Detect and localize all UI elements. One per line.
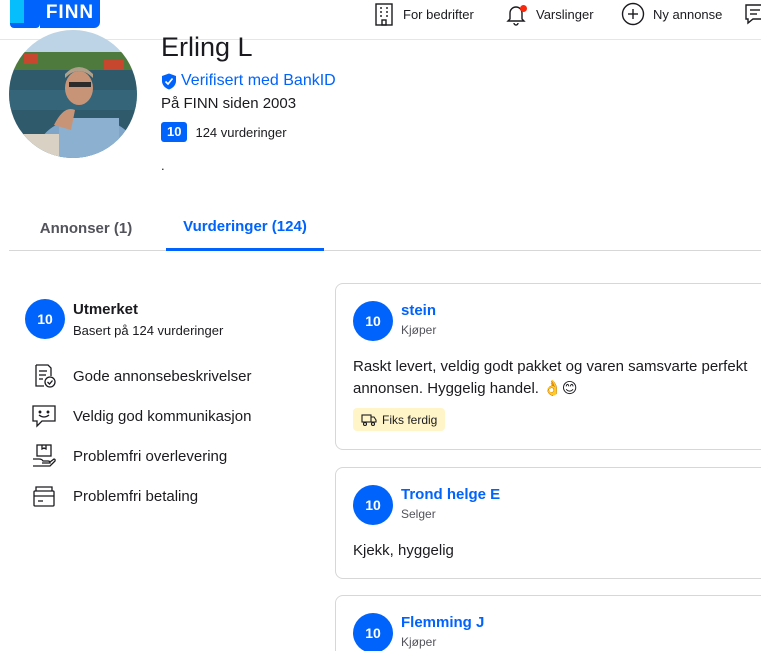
wallet-card-icon — [33, 486, 55, 507]
fiks-ferdig-badge: Fiks ferdig — [353, 408, 446, 431]
attribute-item: Problemfri betaling — [31, 483, 198, 509]
document-check-icon — [35, 364, 56, 388]
reviewer-role: Kjøper — [401, 635, 437, 649]
package-hand-icon — [33, 444, 56, 467]
message-icon — [745, 4, 761, 25]
verified-label: Verifisert med BankID — [181, 72, 336, 89]
attribute-label: Veldig god kommunikasjon — [73, 407, 252, 425]
tab-vurderinger[interactable]: Vurderinger (124) — [166, 205, 324, 251]
building-icon — [375, 3, 393, 26]
nav-ny-annonse-label: Ny annonse — [653, 6, 723, 22]
avatar — [9, 30, 137, 158]
reviewer-name-link[interactable]: Flemming J — [401, 614, 484, 631]
bell-icon-wrap — [504, 2, 528, 26]
attribute-item: Veldig god kommunikasjon — [31, 403, 251, 429]
finn-logo[interactable]: FINN — [10, 0, 100, 28]
reviewer-name-link[interactable]: stein — [401, 302, 436, 319]
nav-varslinger-label: Varslinger — [536, 6, 594, 22]
reviewer-role: Selger — [401, 507, 436, 521]
top-header: FINN For bedrifter Varslinger Ny annonse — [0, 0, 761, 40]
review-score-circle: 10 — [353, 301, 393, 341]
plus-circle-icon — [621, 2, 645, 26]
profile-ratings-count: 124 vurderinger — [195, 124, 287, 140]
finn-logo-mark — [10, 0, 40, 28]
nav-for-bedrifter-label: For bedrifter — [403, 6, 474, 22]
avatar-photo — [9, 30, 137, 158]
profile-rating[interactable]: 10 124 vurderinger — [161, 122, 287, 142]
review-text: Raskt levert, veldig godt pakket og vare… — [353, 358, 748, 397]
delivery-truck-icon — [361, 413, 377, 426]
profile-score-badge: 10 — [161, 122, 188, 142]
verified-shield-icon — [162, 73, 176, 89]
profile-description: . — [161, 158, 165, 173]
attribute-item: Problemfri overlevering — [31, 443, 227, 469]
attribute-label: Problemfri betaling — [73, 487, 199, 505]
review-score-circle: 10 — [353, 613, 393, 651]
reviewer-role: Kjøper — [401, 323, 437, 337]
review-card: 10 Trond helge E Selger Kjekk, hyggelig — [335, 467, 761, 579]
nav-ny-annonse[interactable]: Ny annonse — [621, 0, 722, 28]
attribute-label: Gode annonsebeskrivelser — [73, 367, 252, 385]
profile-name: Erling L — [161, 32, 253, 62]
summary-score-circle: 10 — [25, 299, 65, 339]
member-since: På FINN siden 2003 — [161, 95, 297, 112]
fiks-ferdig-label: Fiks ferdig — [382, 412, 438, 427]
summary-title: Utmerket — [73, 301, 139, 318]
chat-smile-icon — [32, 405, 56, 428]
attribute-item: Gode annonsebeskrivelser — [31, 363, 251, 389]
tab-annonser[interactable]: Annonser (1) — [21, 205, 151, 251]
finn-logo-text: FINN — [40, 0, 100, 28]
attribute-label: Problemfri overlevering — [73, 447, 228, 465]
review-card: 10 Flemming J Kjøper — [335, 595, 761, 651]
summary-subtitle: Basert på 124 vurderinger — [73, 323, 224, 338]
verified-bankid: Verifisert med BankID — [161, 72, 336, 90]
review-text: Kjekk, hyggelig — [353, 542, 454, 559]
profile-tabs: Annonser (1) Vurderinger (124) — [9, 205, 761, 251]
notification-dot — [520, 5, 527, 12]
review-score-circle: 10 — [353, 485, 393, 525]
nav-varslinger[interactable]: Varslinger — [504, 0, 594, 28]
nav-messages[interactable] — [744, 0, 761, 28]
reviewer-name-link[interactable]: Trond helge E — [401, 486, 500, 503]
nav-for-bedrifter[interactable]: For bedrifter — [373, 0, 474, 28]
review-card: 10 stein Kjøper Raskt levert, veldig god… — [335, 283, 761, 450]
